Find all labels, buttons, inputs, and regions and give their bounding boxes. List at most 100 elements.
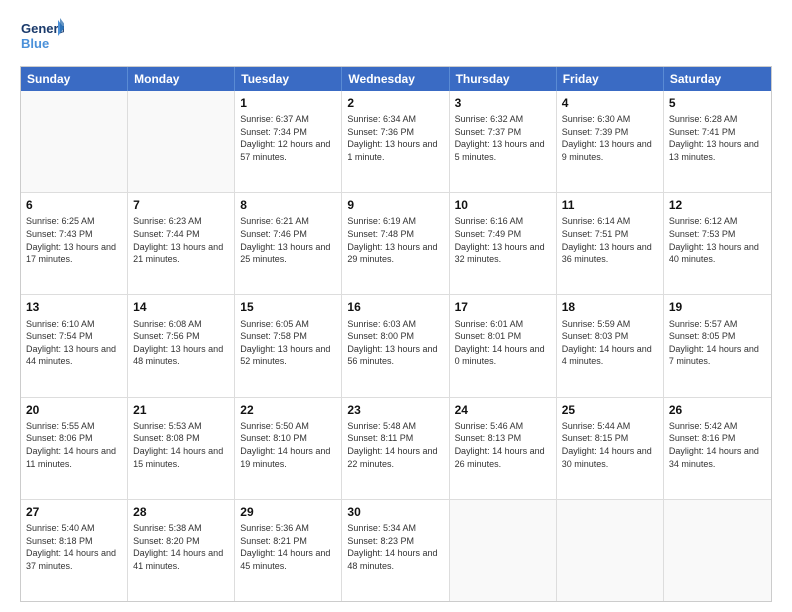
day-info: Sunrise: 5:46 AM Sunset: 8:13 PM Dayligh… (455, 420, 551, 470)
day-cell-9: 9 Sunrise: 6:19 AM Sunset: 7:48 PM Daylig… (342, 193, 449, 294)
day-number: 12 (669, 197, 766, 213)
empty-cell-0-0 (21, 91, 128, 192)
empty-cell-4-4 (450, 500, 557, 601)
day-cell-19: 19 Sunrise: 5:57 AM Sunset: 8:05 PM Dayli… (664, 295, 771, 396)
empty-cell-4-5 (557, 500, 664, 601)
day-cell-29: 29 Sunrise: 5:36 AM Sunset: 8:21 PM Dayli… (235, 500, 342, 601)
header-day-thursday: Thursday (450, 67, 557, 91)
day-info: Sunrise: 6:08 AM Sunset: 7:56 PM Dayligh… (133, 318, 229, 368)
day-number: 26 (669, 402, 766, 418)
svg-text:General: General (21, 21, 64, 36)
day-cell-20: 20 Sunrise: 5:55 AM Sunset: 8:06 PM Dayli… (21, 398, 128, 499)
day-info: Sunrise: 5:42 AM Sunset: 8:16 PM Dayligh… (669, 420, 766, 470)
day-cell-4: 4 Sunrise: 6:30 AM Sunset: 7:39 PM Daylig… (557, 91, 664, 192)
day-number: 2 (347, 95, 443, 111)
day-number: 20 (26, 402, 122, 418)
header-day-tuesday: Tuesday (235, 67, 342, 91)
day-info: Sunrise: 5:57 AM Sunset: 8:05 PM Dayligh… (669, 318, 766, 368)
header: General Blue (20, 16, 772, 56)
day-info: Sunrise: 5:36 AM Sunset: 8:21 PM Dayligh… (240, 522, 336, 572)
day-cell-18: 18 Sunrise: 5:59 AM Sunset: 8:03 PM Dayli… (557, 295, 664, 396)
calendar-header: SundayMondayTuesdayWednesdayThursdayFrid… (21, 67, 771, 91)
day-number: 18 (562, 299, 658, 315)
calendar-row-2: 13Sunrise: 6:10 AM Sunset: 7:54 PM Dayli… (21, 295, 771, 397)
day-info: Sunrise: 5:55 AM Sunset: 8:06 PM Dayligh… (26, 420, 122, 470)
header-day-wednesday: Wednesday (342, 67, 449, 91)
header-day-monday: Monday (128, 67, 235, 91)
day-info: Sunrise: 5:59 AM Sunset: 8:03 PM Dayligh… (562, 318, 658, 368)
day-cell-14: 14Sunrise: 6:08 AM Sunset: 7:56 PM Dayli… (128, 295, 235, 396)
day-cell-25: 25 Sunrise: 5:44 AM Sunset: 8:15 PM Dayli… (557, 398, 664, 499)
day-number: 28 (133, 504, 229, 520)
day-number: 6 (26, 197, 122, 213)
day-info: Sunrise: 6:01 AM Sunset: 8:01 PM Dayligh… (455, 318, 551, 368)
calendar-body: 1Sunrise: 6:37 AM Sunset: 7:34 PM Daylig… (21, 91, 771, 601)
day-info: Sunrise: 5:53 AM Sunset: 8:08 PM Dayligh… (133, 420, 229, 470)
day-number: 9 (347, 197, 443, 213)
day-number: 24 (455, 402, 551, 418)
day-number: 4 (562, 95, 658, 111)
day-info: Sunrise: 6:37 AM Sunset: 7:34 PM Dayligh… (240, 113, 336, 163)
day-cell-30: 30Sunrise: 5:34 AM Sunset: 8:23 PM Dayli… (342, 500, 449, 601)
day-info: Sunrise: 5:48 AM Sunset: 8:11 PM Dayligh… (347, 420, 443, 470)
day-cell-13: 13Sunrise: 6:10 AM Sunset: 7:54 PM Dayli… (21, 295, 128, 396)
calendar-row-0: 1Sunrise: 6:37 AM Sunset: 7:34 PM Daylig… (21, 91, 771, 193)
day-info: Sunrise: 6:03 AM Sunset: 8:00 PM Dayligh… (347, 318, 443, 368)
day-cell-21: 21Sunrise: 5:53 AM Sunset: 8:08 PM Dayli… (128, 398, 235, 499)
day-cell-26: 26 Sunrise: 5:42 AM Sunset: 8:16 PM Dayli… (664, 398, 771, 499)
day-cell-7: 7 Sunrise: 6:23 AM Sunset: 7:44 PM Daylig… (128, 193, 235, 294)
day-info: Sunrise: 6:25 AM Sunset: 7:43 PM Dayligh… (26, 215, 122, 265)
day-info: Sunrise: 6:12 AM Sunset: 7:53 PM Dayligh… (669, 215, 766, 265)
day-cell-3: 3 Sunrise: 6:32 AM Sunset: 7:37 PM Daylig… (450, 91, 557, 192)
day-cell-28: 28Sunrise: 5:38 AM Sunset: 8:20 PM Dayli… (128, 500, 235, 601)
empty-cell-0-1 (128, 91, 235, 192)
logo: General Blue (20, 16, 64, 56)
day-number: 15 (240, 299, 336, 315)
day-number: 5 (669, 95, 766, 111)
day-number: 8 (240, 197, 336, 213)
calendar: SundayMondayTuesdayWednesdayThursdayFrid… (20, 66, 772, 602)
day-info: Sunrise: 6:28 AM Sunset: 7:41 PM Dayligh… (669, 113, 766, 163)
day-number: 11 (562, 197, 658, 213)
day-info: Sunrise: 6:10 AM Sunset: 7:54 PM Dayligh… (26, 318, 122, 368)
day-number: 7 (133, 197, 229, 213)
day-number: 23 (347, 402, 443, 418)
day-number: 30 (347, 504, 443, 520)
calendar-row-3: 20 Sunrise: 5:55 AM Sunset: 8:06 PM Dayli… (21, 398, 771, 500)
day-info: Sunrise: 6:05 AM Sunset: 7:58 PM Dayligh… (240, 318, 336, 368)
day-cell-12: 12 Sunrise: 6:12 AM Sunset: 7:53 PM Dayli… (664, 193, 771, 294)
day-cell-27: 27Sunrise: 5:40 AM Sunset: 8:18 PM Dayli… (21, 500, 128, 601)
svg-text:Blue: Blue (21, 36, 49, 51)
day-number: 10 (455, 197, 551, 213)
day-cell-5: 5 Sunrise: 6:28 AM Sunset: 7:41 PM Daylig… (664, 91, 771, 192)
day-number: 27 (26, 504, 122, 520)
day-info: Sunrise: 6:32 AM Sunset: 7:37 PM Dayligh… (455, 113, 551, 163)
day-number: 19 (669, 299, 766, 315)
page: General Blue SundayMondayTuesdayWednesda… (0, 0, 792, 612)
day-info: Sunrise: 6:23 AM Sunset: 7:44 PM Dayligh… (133, 215, 229, 265)
day-cell-16: 16 Sunrise: 6:03 AM Sunset: 8:00 PM Dayli… (342, 295, 449, 396)
calendar-row-1: 6 Sunrise: 6:25 AM Sunset: 7:43 PM Daylig… (21, 193, 771, 295)
day-number: 16 (347, 299, 443, 315)
empty-cell-4-6 (664, 500, 771, 601)
day-info: Sunrise: 6:34 AM Sunset: 7:36 PM Dayligh… (347, 113, 443, 163)
day-info: Sunrise: 6:19 AM Sunset: 7:48 PM Dayligh… (347, 215, 443, 265)
calendar-row-4: 27Sunrise: 5:40 AM Sunset: 8:18 PM Dayli… (21, 500, 771, 601)
day-info: Sunrise: 5:44 AM Sunset: 8:15 PM Dayligh… (562, 420, 658, 470)
header-day-friday: Friday (557, 67, 664, 91)
day-cell-15: 15 Sunrise: 6:05 AM Sunset: 7:58 PM Dayli… (235, 295, 342, 396)
day-info: Sunrise: 6:16 AM Sunset: 7:49 PM Dayligh… (455, 215, 551, 265)
day-info: Sunrise: 5:50 AM Sunset: 8:10 PM Dayligh… (240, 420, 336, 470)
day-cell-24: 24 Sunrise: 5:46 AM Sunset: 8:13 PM Dayli… (450, 398, 557, 499)
day-info: Sunrise: 6:30 AM Sunset: 7:39 PM Dayligh… (562, 113, 658, 163)
day-cell-11: 11Sunrise: 6:14 AM Sunset: 7:51 PM Dayli… (557, 193, 664, 294)
day-info: Sunrise: 6:21 AM Sunset: 7:46 PM Dayligh… (240, 215, 336, 265)
day-cell-2: 2 Sunrise: 6:34 AM Sunset: 7:36 PM Daylig… (342, 91, 449, 192)
logo-svg: General Blue (20, 16, 64, 56)
day-cell-1: 1Sunrise: 6:37 AM Sunset: 7:34 PM Daylig… (235, 91, 342, 192)
day-number: 29 (240, 504, 336, 520)
day-cell-22: 22Sunrise: 5:50 AM Sunset: 8:10 PM Dayli… (235, 398, 342, 499)
day-number: 3 (455, 95, 551, 111)
day-cell-6: 6 Sunrise: 6:25 AM Sunset: 7:43 PM Daylig… (21, 193, 128, 294)
day-number: 25 (562, 402, 658, 418)
